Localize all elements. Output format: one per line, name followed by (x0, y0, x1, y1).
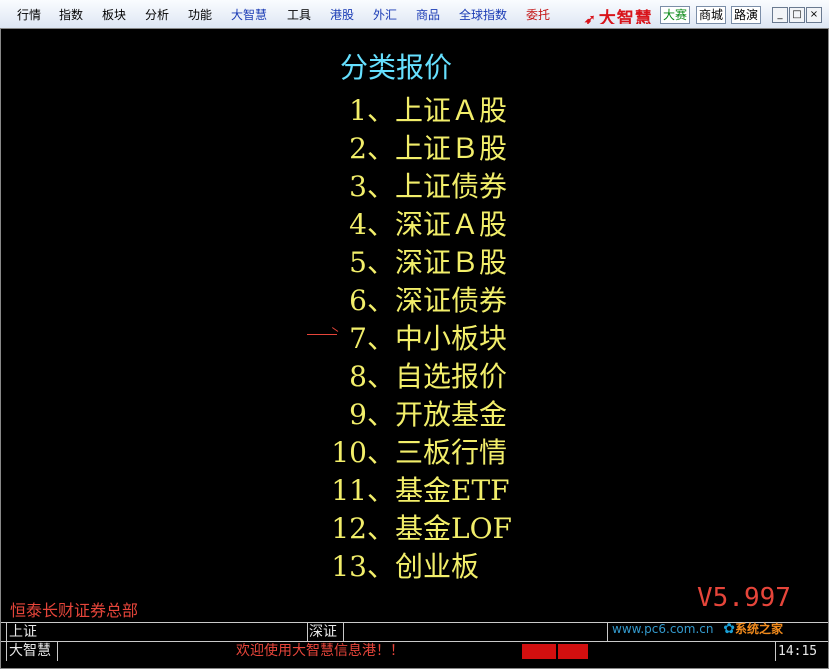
menu-option-7[interactable]: 7、 中小板块 (0, 317, 600, 355)
watermark-brand: 系统之家 (735, 622, 784, 636)
menu-trade[interactable]: 委托 (526, 6, 550, 23)
menu-sector[interactable]: 板块 (102, 6, 126, 23)
option-label: 创业板 (395, 550, 480, 583)
divider (343, 623, 344, 642)
broker-name: 恒泰长财证券总部 (10, 601, 139, 620)
option-number: 2、 (349, 132, 395, 165)
menu-option-3[interactable]: 3、 上证债券 (0, 165, 600, 203)
divider (607, 623, 608, 642)
menu-option-2[interactable]: 2、 上证Ｂ股 (0, 127, 600, 165)
option-number: 10、 (331, 436, 395, 469)
menu-analysis[interactable]: 分析 (145, 6, 169, 23)
menu-tools[interactable]: 工具 (287, 6, 311, 23)
option-label: 上证Ｂ股 (395, 132, 508, 165)
close-icon: × (809, 9, 819, 20)
divider (6, 642, 7, 661)
option-label: 三板行情 (395, 436, 508, 469)
option-label: 深证Ｂ股 (395, 246, 508, 279)
page-title: 分类报价 (340, 51, 453, 84)
option-label: 深证债券 (395, 284, 508, 317)
news-ticker[interactable]: 欢迎使用大智慧信息港！！ (236, 643, 404, 660)
logo-text: 大智慧 (598, 9, 653, 24)
alert-indicator[interactable] (522, 644, 556, 659)
menu-global-index[interactable]: 全球指数 (459, 6, 507, 23)
option-label: 自选报价 (395, 360, 508, 393)
menu-index[interactable]: 指数 (59, 6, 83, 23)
roadshow-button[interactable]: 路演 (731, 6, 762, 24)
minimize-icon: _ (777, 9, 783, 20)
option-number: 12、 (331, 512, 395, 545)
menu-option-13[interactable]: 13、 创业板 (0, 545, 600, 583)
menu-quotes[interactable]: 行情 (17, 6, 41, 23)
version-label: V5.997 (697, 583, 791, 613)
mall-button[interactable]: 商城 (696, 6, 727, 24)
divider (775, 642, 776, 661)
menu-option-1[interactable]: 1、 上证Ａ股 (0, 89, 600, 127)
menu-option-12[interactable]: 12、 基金LOF (0, 507, 600, 545)
info-status-bar: 大智慧 欢迎使用大智慧信息港！！ 14:15 (0, 641, 829, 661)
divider (6, 623, 7, 642)
menu-option-9[interactable]: 9、 开放基金 (0, 393, 600, 431)
menu-option-8[interactable]: 8、 自选报价 (0, 355, 600, 393)
menu-bar: 行情 指数 板块 分析 功能 大智慧 工具 港股 外汇 商品 全球指数 委托 ➶… (0, 0, 829, 29)
menu-functions[interactable]: 功能 (188, 6, 212, 23)
selection-arrow-icon (307, 334, 337, 335)
close-button[interactable]: × (806, 7, 822, 23)
menu-option-6[interactable]: 6、 深证债券 (0, 279, 600, 317)
menu-option-10[interactable]: 10、 三板行情 (0, 431, 600, 469)
menu-forex[interactable]: 外汇 (373, 6, 397, 23)
option-label: 开放基金 (395, 398, 508, 431)
divider (57, 642, 58, 661)
option-number: 3、 (349, 170, 395, 203)
sh-index-label[interactable]: 上证 (9, 624, 37, 641)
option-number: 11、 (331, 474, 395, 507)
maximize-icon: □ (792, 9, 802, 20)
maximize-button[interactable]: □ (789, 7, 805, 23)
watermark-logo-icon: ✿ (723, 621, 736, 637)
option-label: 上证债券 (395, 170, 508, 203)
option-number: 4、 (349, 208, 395, 241)
divider (307, 623, 308, 642)
watermark-url: www.pc6.com.cn (612, 622, 714, 636)
option-number: 5、 (349, 246, 395, 279)
watermark: www.pc6.com.cn ✿系统之家 (612, 620, 822, 644)
option-label: 深证Ａ股 (395, 208, 508, 241)
dzh-logo: ➶ 大智慧 (584, 4, 662, 24)
option-number: 13、 (331, 550, 395, 583)
menu-commodities[interactable]: 商品 (416, 6, 440, 23)
app-name-label: 大智慧 (9, 643, 51, 659)
sz-index-label[interactable]: 深证 (309, 624, 337, 641)
option-number: 1、 (349, 94, 395, 127)
option-label: 基金ETF (395, 474, 510, 507)
option-label: 上证Ａ股 (395, 94, 508, 127)
option-label: 中小板块 (395, 322, 508, 355)
menu-option-4[interactable]: 4、 深证Ａ股 (0, 203, 600, 241)
clock: 14:15 (778, 644, 818, 659)
menu-hk-stocks[interactable]: 港股 (330, 6, 354, 23)
option-number: 6、 (349, 284, 395, 317)
minimize-button[interactable]: _ (772, 7, 788, 23)
option-label: 基金LOF (395, 512, 512, 545)
logo-swoosh-icon: ➶ (584, 12, 597, 24)
alert-indicator[interactable] (558, 644, 588, 659)
option-number: 9、 (349, 398, 395, 431)
menu-option-5[interactable]: 5、 深证Ｂ股 (0, 241, 600, 279)
menu-option-11[interactable]: 11、 基金ETF (0, 469, 600, 507)
menu-dzh[interactable]: 大智慧 (231, 6, 267, 23)
option-number: 8、 (349, 360, 395, 393)
option-number: 7、 (349, 322, 395, 355)
contest-button[interactable]: 大赛 (660, 6, 691, 24)
